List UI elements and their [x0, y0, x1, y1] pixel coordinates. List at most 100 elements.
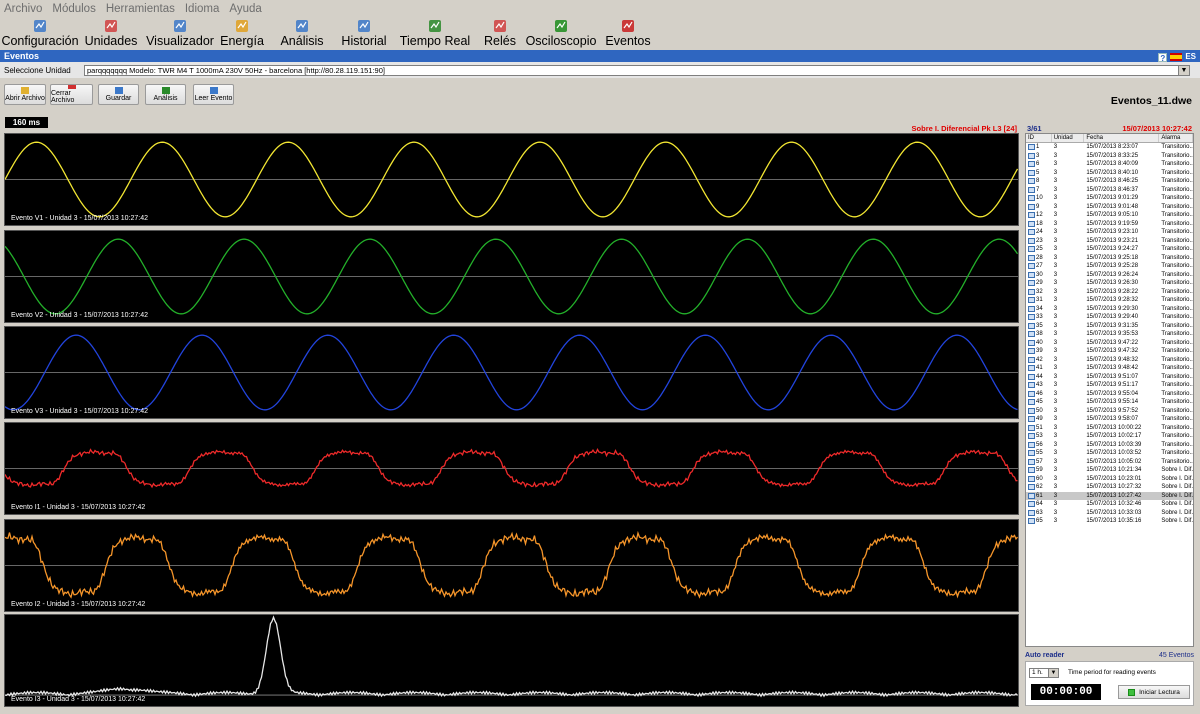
- events-table[interactable]: ID Unidad Fecha Alarma 1 3 15/07/2013 8:23…: [1025, 133, 1194, 647]
- waveform-svg: [5, 238, 1018, 315]
- table-row[interactable]: 57 3 15/07/2013 10:05:02 Transitorio...: [1026, 458, 1193, 467]
- table-row[interactable]: 45 3 15/07/2013 9:55:14 Transitorio...: [1026, 398, 1193, 407]
- table-row[interactable]: 61 3 15/07/2013 10:27:42 Sobre I. Dif...: [1026, 491, 1193, 500]
- menu-herramientas[interactable]: Herramientas: [106, 3, 175, 15]
- unit-select[interactable]: parqqqqqqq Modelo: TWR M4 T 1000mA 230V …: [84, 65, 1190, 76]
- waveform-plot-2[interactable]: Evento V2 - Unidad 3 - 15/07/2013 10:27:…: [4, 230, 1019, 323]
- auto-reader-panel: 1 h. ▼ Time period for reading events 00…: [1025, 661, 1194, 706]
- table-row[interactable]: 43 3 15/07/2013 9:51:17 Transitorio...: [1026, 381, 1193, 390]
- cell-fecha: 15/07/2013 8:40:10: [1086, 169, 1139, 176]
- period-select[interactable]: 1 h. ▼: [1029, 668, 1059, 678]
- menu-idioma[interactable]: Idioma: [185, 3, 220, 15]
- table-row[interactable]: 63 3 15/07/2013 10:33:03 Sobre I. Dif...: [1026, 509, 1193, 518]
- cell-unidad: 3: [1053, 220, 1058, 227]
- table-row[interactable]: 62 3 15/07/2013 10:27:32 Sobre I. Dif...: [1026, 483, 1193, 492]
- table-row[interactable]: 10 3 15/07/2013 9:01:29 Transitorio...: [1026, 194, 1193, 203]
- table-row[interactable]: 25 3 15/07/2013 9:24:27 Transitorio...: [1026, 245, 1193, 254]
- waveform-plot-5[interactable]: Evento I2 - Unidad 3 - 15/07/2013 10:27:…: [4, 519, 1019, 612]
- table-row[interactable]: 18 3 15/07/2013 9:19:59 Transitorio...: [1026, 220, 1193, 229]
- table-row[interactable]: 27 3 15/07/2013 9:25:28 Transitorio...: [1026, 262, 1193, 271]
- help-icon[interactable]: ?: [1158, 52, 1168, 63]
- waveform-plot-4[interactable]: Evento I1 - Unidad 3 - 15/07/2013 10:27:…: [4, 422, 1019, 515]
- table-row[interactable]: 60 3 15/07/2013 10:23:01 Sobre I. Dif...: [1026, 475, 1193, 484]
- table-row[interactable]: 41 3 15/07/2013 9:48:42 Transitorio...: [1026, 364, 1193, 373]
- toolbar-eventos-button[interactable]: Eventos: [598, 19, 658, 50]
- toolbar-an-lisis-button[interactable]: Análisis: [270, 19, 334, 50]
- cell-id-text: 35: [1036, 322, 1043, 329]
- start-reading-button[interactable]: Iniciar Lectura: [1118, 685, 1190, 699]
- event-file-icon: [1028, 356, 1035, 363]
- table-row[interactable]: 38 3 15/07/2013 9:35:53 Transitorio...: [1026, 330, 1193, 339]
- table-row[interactable]: 28 3 15/07/2013 9:25:18 Transitorio...: [1026, 254, 1193, 263]
- cell-id: 44: [1026, 373, 1052, 382]
- abrir-archivo-button[interactable]: Abrir Archivo: [4, 84, 46, 105]
- column-alarma[interactable]: Alarma: [1159, 134, 1193, 142]
- table-row[interactable]: 3 3 15/07/2013 8:33:25 Transitorio...: [1026, 152, 1193, 161]
- cell-unidad: 3: [1053, 144, 1058, 150]
- cell-alarma: Transitorio...: [1161, 314, 1193, 320]
- chevron-down-icon[interactable]: ▼: [1048, 669, 1058, 677]
- menu-ayuda[interactable]: Ayuda: [229, 3, 261, 15]
- table-row[interactable]: 24 3 15/07/2013 9:23:10 Transitorio...: [1026, 228, 1193, 237]
- toolbar-rel-s-button[interactable]: Relés: [476, 19, 524, 50]
- table-row[interactable]: 33 3 15/07/2013 9:29:40 Transitorio...: [1026, 313, 1193, 322]
- table-row[interactable]: 31 3 15/07/2013 9:28:32 Transitorio...: [1026, 296, 1193, 305]
- table-row[interactable]: 8 3 15/07/2013 8:46:25 Transitorio...: [1026, 177, 1193, 186]
- table-row[interactable]: 9 3 15/07/2013 9:01:48 Transitorio...: [1026, 203, 1193, 212]
- table-row[interactable]: 59 3 15/07/2013 10:21:34 Sobre I. Dif...: [1026, 466, 1193, 475]
- toolbar-unidades-button[interactable]: Unidades: [76, 19, 146, 50]
- toolbar-button-label: Configuración: [1, 34, 79, 48]
- table-row[interactable]: 65 3 15/07/2013 10:35:16 Sobre I. Dif...: [1026, 517, 1193, 526]
- table-row[interactable]: 55 3 15/07/2013 10:03:52 Transitorio...: [1026, 449, 1193, 458]
- table-row[interactable]: 56 3 15/07/2013 10:03:39 Transitorio...: [1026, 441, 1193, 450]
- spain-flag-icon[interactable]: [1170, 53, 1183, 61]
- waveform-plot-6[interactable]: Evento I3 - Unidad 3 - 15/07/2013 10:27:…: [4, 614, 1019, 707]
- table-row[interactable]: 46 3 15/07/2013 9:55:04 Transitorio...: [1026, 390, 1193, 399]
- toolbar-configuraci-n-button[interactable]: Configuración: [1, 19, 79, 50]
- table-row[interactable]: 6 3 15/07/2013 8:40:09 Transitorio...: [1026, 160, 1193, 169]
- table-row[interactable]: 12 3 15/07/2013 9:05:10 Transitorio...: [1026, 211, 1193, 220]
- table-row[interactable]: 39 3 15/07/2013 9:47:32 Transitorio...: [1026, 347, 1193, 356]
- table-row[interactable]: 5 3 15/07/2013 8:40:10 Transitorio...: [1026, 169, 1193, 178]
- table-row[interactable]: 44 3 15/07/2013 9:51:07 Transitorio...: [1026, 373, 1193, 382]
- table-row[interactable]: 29 3 15/07/2013 9:26:30 Transitorio...: [1026, 279, 1193, 288]
- leer-evento-button[interactable]: Leer Evento: [193, 84, 234, 105]
- table-row[interactable]: 32 3 15/07/2013 9:28:22 Transitorio...: [1026, 288, 1193, 297]
- table-row[interactable]: 1 3 15/07/2013 8:23:07 Transitorio...: [1026, 143, 1193, 152]
- table-row[interactable]: 42 3 15/07/2013 9:48:32 Transitorio...: [1026, 356, 1193, 365]
- guardar-button[interactable]: Guardar: [98, 84, 139, 105]
- cell-unidad: 3: [1053, 203, 1058, 210]
- table-row[interactable]: 40 3 15/07/2013 9:47:22 Transitorio...: [1026, 339, 1193, 348]
- table-row[interactable]: 30 3 15/07/2013 9:26:24 Transitorio...: [1026, 271, 1193, 280]
- table-row[interactable]: 7 3 15/07/2013 8:46:37 Transitorio...: [1026, 186, 1193, 195]
- menu-archivo[interactable]: Archivo: [4, 3, 42, 15]
- waveform-plot-1[interactable]: Evento V1 - Unidad 3 - 15/07/2013 10:27:…: [4, 133, 1019, 226]
- cerrar-archivo-button[interactable]: Cerrar Archivo: [50, 84, 93, 105]
- column-id[interactable]: ID: [1026, 134, 1052, 142]
- an-lisis-button[interactable]: Análisis: [145, 84, 186, 105]
- table-row[interactable]: 49 3 15/07/2013 9:58:07 Transitorio...: [1026, 415, 1193, 424]
- toolbar-visualizador-button[interactable]: Visualizador: [146, 19, 214, 50]
- cell-id: 3: [1026, 152, 1052, 161]
- table-row[interactable]: 23 3 15/07/2013 9:23:21 Transitorio...: [1026, 237, 1193, 246]
- cell-id: 9: [1026, 203, 1052, 212]
- toolbar-energ-a-button[interactable]: Energía: [214, 19, 270, 50]
- toolbar-tiempo-real-button[interactable]: Tiempo Real: [394, 19, 476, 50]
- table-row[interactable]: 50 3 15/07/2013 9:57:52 Transitorio...: [1026, 407, 1193, 416]
- event-file-icon: [1028, 475, 1035, 482]
- waveform-plot-3[interactable]: Evento V3 - Unidad 3 - 15/07/2013 10:27:…: [4, 326, 1019, 419]
- chevron-down-icon[interactable]: ▼: [1178, 66, 1189, 75]
- table-row[interactable]: 35 3 15/07/2013 9:31:35 Transitorio...: [1026, 322, 1193, 331]
- toolbar-historial-button[interactable]: Historial: [334, 19, 394, 50]
- table-row[interactable]: 64 3 15/07/2013 10:32:46 Sobre I. Dif...: [1026, 500, 1193, 509]
- toolbar-osciloscopio-button[interactable]: Osciloscopio: [524, 19, 598, 50]
- table-row[interactable]: 51 3 15/07/2013 10:00:22 Transitorio...: [1026, 424, 1193, 433]
- column-fecha[interactable]: Fecha: [1084, 134, 1160, 142]
- table-row[interactable]: 53 3 15/07/2013 10:02:17 Transitorio...: [1026, 432, 1193, 441]
- table-header: ID Unidad Fecha Alarma: [1026, 134, 1193, 143]
- table-row[interactable]: 34 3 15/07/2013 9:29:30 Transitorio...: [1026, 305, 1193, 314]
- event-file-icon: [1028, 484, 1035, 491]
- column-unidad[interactable]: Unidad: [1052, 134, 1085, 142]
- event-file-icon: [1028, 271, 1035, 278]
- menu-modulos[interactable]: Módulos: [52, 3, 95, 15]
